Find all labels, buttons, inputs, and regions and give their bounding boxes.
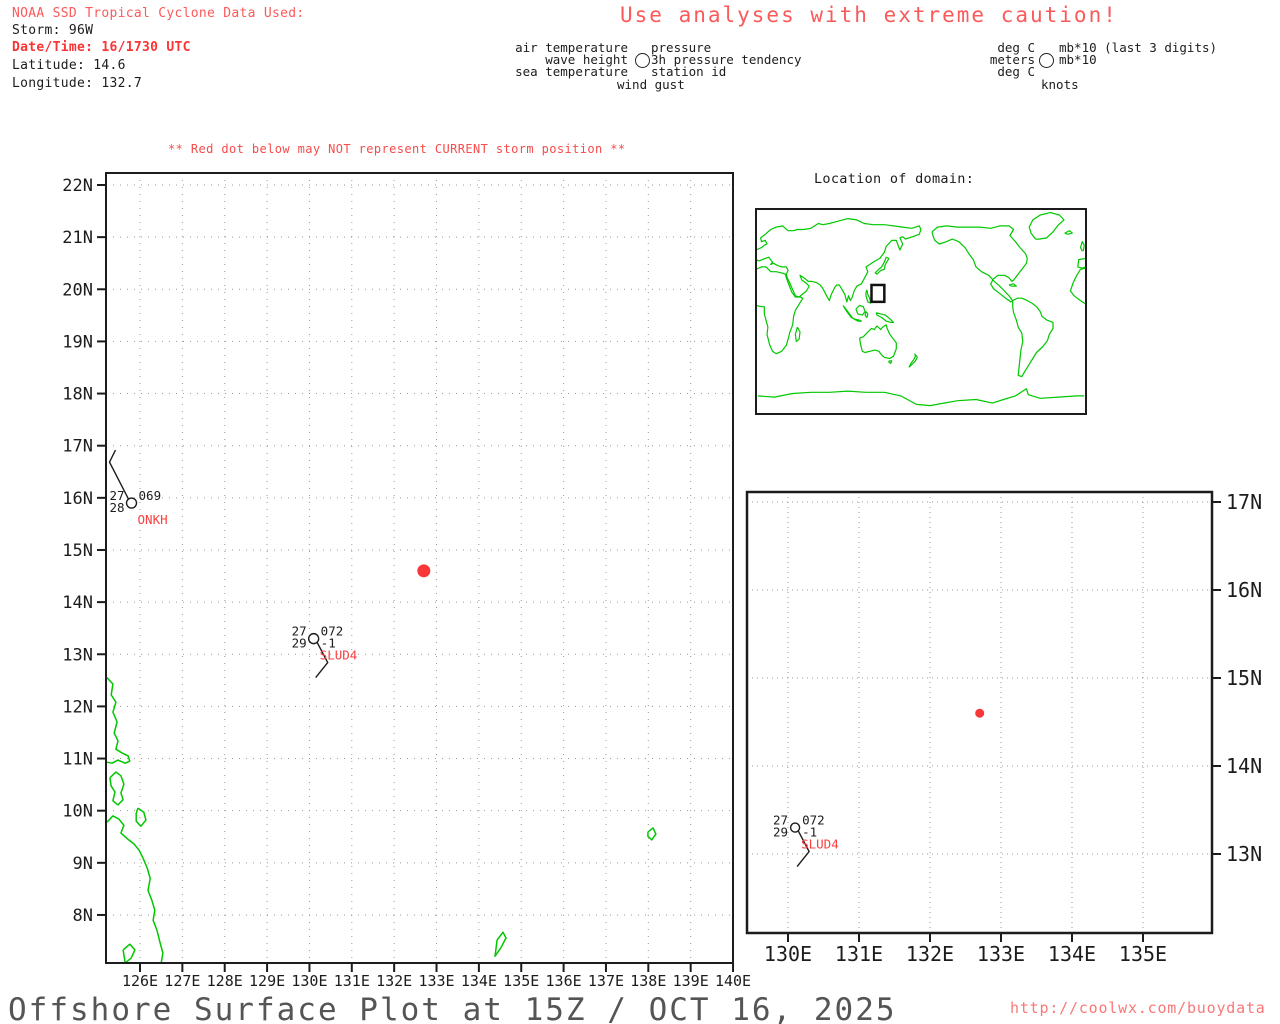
y-tick-label: 21N	[62, 228, 93, 248]
domain-inset-title: Location of domain:	[814, 171, 975, 187]
y-tick-label: 8N	[73, 906, 93, 926]
y-tick-label: 18N	[62, 385, 93, 405]
y-tick-label: 22N	[62, 176, 93, 196]
y-tick-label: 15N	[62, 541, 93, 561]
coastline	[647, 827, 657, 841]
plot-title: Offshore Surface Plot at 15Z / OCT 16, 2…	[8, 992, 897, 1024]
latitude-line: Latitude: 14.6	[12, 58, 126, 73]
x-tick-label: 131E	[835, 942, 883, 966]
station-circle	[789, 822, 801, 833]
x-tick-label: 138E	[630, 972, 666, 990]
station-sea-temp: 29	[292, 636, 307, 651]
station-circle	[125, 497, 138, 509]
station-sea-temp: 28	[109, 500, 124, 515]
world-coastline	[757, 388, 1085, 407]
storm-position-dot	[417, 564, 431, 578]
world-coastline	[755, 218, 922, 303]
y-tick-label: 13N	[1226, 842, 1262, 866]
x-tick-label: 135E	[1119, 942, 1167, 966]
legend-gust-units: knots	[1041, 77, 1079, 92]
coastline	[494, 931, 507, 957]
y-tick-label: 11N	[62, 750, 93, 770]
y-tick-label: 9N	[73, 854, 93, 874]
world-coastline	[908, 353, 918, 368]
caution-title: Use analyses with extreme caution!	[620, 3, 1118, 27]
x-tick-label: 128E	[207, 972, 243, 990]
y-tick-label: 16N	[62, 489, 93, 509]
world-coastline	[888, 360, 893, 364]
x-tick-label: 133E	[418, 972, 454, 990]
world-coastline	[1077, 257, 1087, 269]
datetime-line: Date/Time: 16/1730 UTC	[12, 40, 191, 55]
world-coastline	[842, 305, 863, 322]
x-tick-label: 126E	[122, 972, 158, 990]
y-tick-label: 15N	[1226, 666, 1262, 690]
coastline	[109, 771, 125, 806]
offshore-surface-plot-page: 126E 127E 128E 129E 130E 131E 132E 133E 134E 135E…	[0, 0, 1280, 1024]
world-coastline	[794, 326, 801, 343]
x-tick-label: 139E	[673, 972, 709, 990]
storm-position-warning: ** Red dot below may NOT represent CURRE…	[168, 142, 626, 156]
x-tick-label: 140E	[715, 972, 751, 990]
y-tick-label: 16N	[1226, 578, 1262, 602]
world-coastline	[1064, 230, 1073, 235]
x-tick-label: 133E	[977, 942, 1025, 966]
x-tick-label: 134E	[1048, 942, 1096, 966]
x-tick-label: 132E	[906, 942, 954, 966]
x-tick-label: 129E	[249, 972, 285, 990]
station-model-circle-icon	[635, 53, 650, 68]
world-coastline	[1028, 212, 1065, 240]
legend-tendency-units: mb*10	[1059, 52, 1097, 67]
world-coastline	[1079, 241, 1085, 252]
coastline	[106, 815, 164, 964]
world-coastline	[1069, 267, 1087, 305]
station-circle	[307, 632, 320, 645]
coastline	[122, 943, 136, 964]
station-sea-temp: 29	[773, 825, 788, 840]
x-tick-label: 136E	[546, 972, 582, 990]
station-id: SLUD4	[801, 837, 839, 852]
y-tick-label: 19N	[62, 332, 93, 352]
x-tick-label: 134E	[461, 972, 497, 990]
y-tick-label: 14N	[1226, 754, 1262, 778]
y-tick-label: 12N	[62, 697, 93, 717]
storm-position-dot	[975, 708, 985, 718]
world-map-border	[755, 208, 1087, 415]
longitude-line: Longitude: 132.7	[12, 76, 143, 91]
x-tick-label: 127E	[164, 972, 200, 990]
data-source-line: NOAA SSD Tropical Cyclone Data Used:	[12, 6, 305, 21]
source-url[interactable]: http://coolwx.com/buoydata	[1010, 999, 1266, 1017]
station-id: SLUD4	[320, 648, 358, 663]
coastline	[135, 807, 147, 828]
y-tick-label: 14N	[62, 593, 93, 613]
coastline	[106, 677, 131, 764]
world-coastline	[864, 311, 869, 319]
y-tick-label: 17N	[62, 437, 93, 457]
world-coastline	[875, 312, 895, 323]
world-coastline	[931, 225, 1028, 303]
domain-box	[870, 283, 886, 304]
world-coastline	[865, 289, 872, 304]
x-tick-label: 132E	[376, 972, 412, 990]
x-tick-label: 135E	[503, 972, 539, 990]
world-coastline	[1012, 297, 1054, 378]
y-tick-label: 13N	[62, 645, 93, 665]
x-tick-label: 137E	[588, 972, 624, 990]
world-coastline	[855, 304, 866, 316]
legend-sea-temp-units: deg C	[997, 64, 1035, 79]
station-id: ONKH	[138, 512, 168, 527]
station-pressure: 069	[139, 488, 162, 503]
units-circle-icon	[1039, 53, 1054, 68]
world-coastline	[859, 324, 897, 360]
x-tick-label: 130E	[764, 942, 812, 966]
legend-sea-temperature: sea temperature	[515, 64, 628, 79]
x-tick-label: 130E	[291, 972, 327, 990]
x-tick-label: 131E	[334, 972, 370, 990]
world-coastline	[1008, 283, 1017, 287]
y-tick-label: 17N	[1226, 490, 1262, 514]
legend-wind-gust: wind gust	[617, 77, 685, 92]
storm-id-line: Storm: 96W	[12, 23, 94, 38]
y-tick-label: 10N	[62, 802, 93, 822]
y-tick-label: 20N	[62, 280, 93, 300]
